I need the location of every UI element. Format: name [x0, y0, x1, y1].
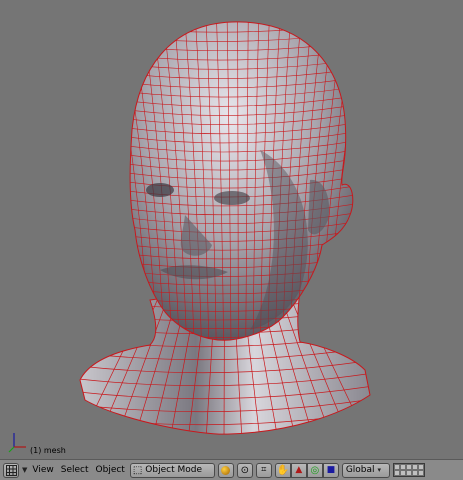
rotate-button[interactable]: ◎ [306, 462, 323, 478]
head-mesh [8, 21, 371, 453]
axis-gizmo [8, 433, 26, 453]
mode-selector[interactable]: ⬚ Object Mode [129, 462, 215, 478]
menu-object[interactable]: Object [94, 463, 127, 478]
menu-select[interactable]: Select [59, 463, 91, 478]
pivot-icon: ⊙ [240, 464, 250, 476]
window-type-button[interactable] [3, 462, 19, 478]
draw-type-icon [221, 465, 231, 475]
object-status-label: (1) mesh [30, 446, 66, 455]
translate-icon: ▲ [295, 465, 303, 475]
layers-icon[interactable] [392, 463, 425, 477]
menu-toggle-icon[interactable]: ▼ [22, 466, 27, 474]
orientation-label: Global [345, 465, 375, 475]
object-mode-icon: ⬚ [132, 464, 143, 476]
3d-viewport[interactable]: (1) mesh [0, 0, 463, 459]
menu-view[interactable]: View [30, 463, 55, 478]
snap-icon: ⌗ [261, 465, 267, 475]
draw-type-button[interactable] [217, 462, 234, 478]
window-type-icon [5, 464, 17, 476]
orientation-select[interactable]: Global ▾ [341, 462, 390, 478]
snap-button[interactable]: ⌗ [255, 462, 272, 478]
rotate-icon: ◎ [310, 464, 320, 476]
viewport-header: ▼ View Select Object ⬚ Object Mode ⊙ ⌗ ✋… [0, 459, 463, 480]
scale-button[interactable]: ■ [322, 462, 339, 478]
hand-icon: ✋ [276, 464, 290, 476]
manipulator-group: ✋ ▲ ◎ ■ [274, 462, 339, 478]
pivot-button[interactable]: ⊙ [236, 462, 253, 478]
translate-button[interactable]: ▲ [290, 462, 307, 478]
scale-icon: ■ [326, 465, 336, 475]
mode-label: Object Mode [145, 465, 202, 475]
hand-button[interactable]: ✋ [274, 462, 291, 478]
chevron-down-icon: ▾ [377, 466, 382, 474]
